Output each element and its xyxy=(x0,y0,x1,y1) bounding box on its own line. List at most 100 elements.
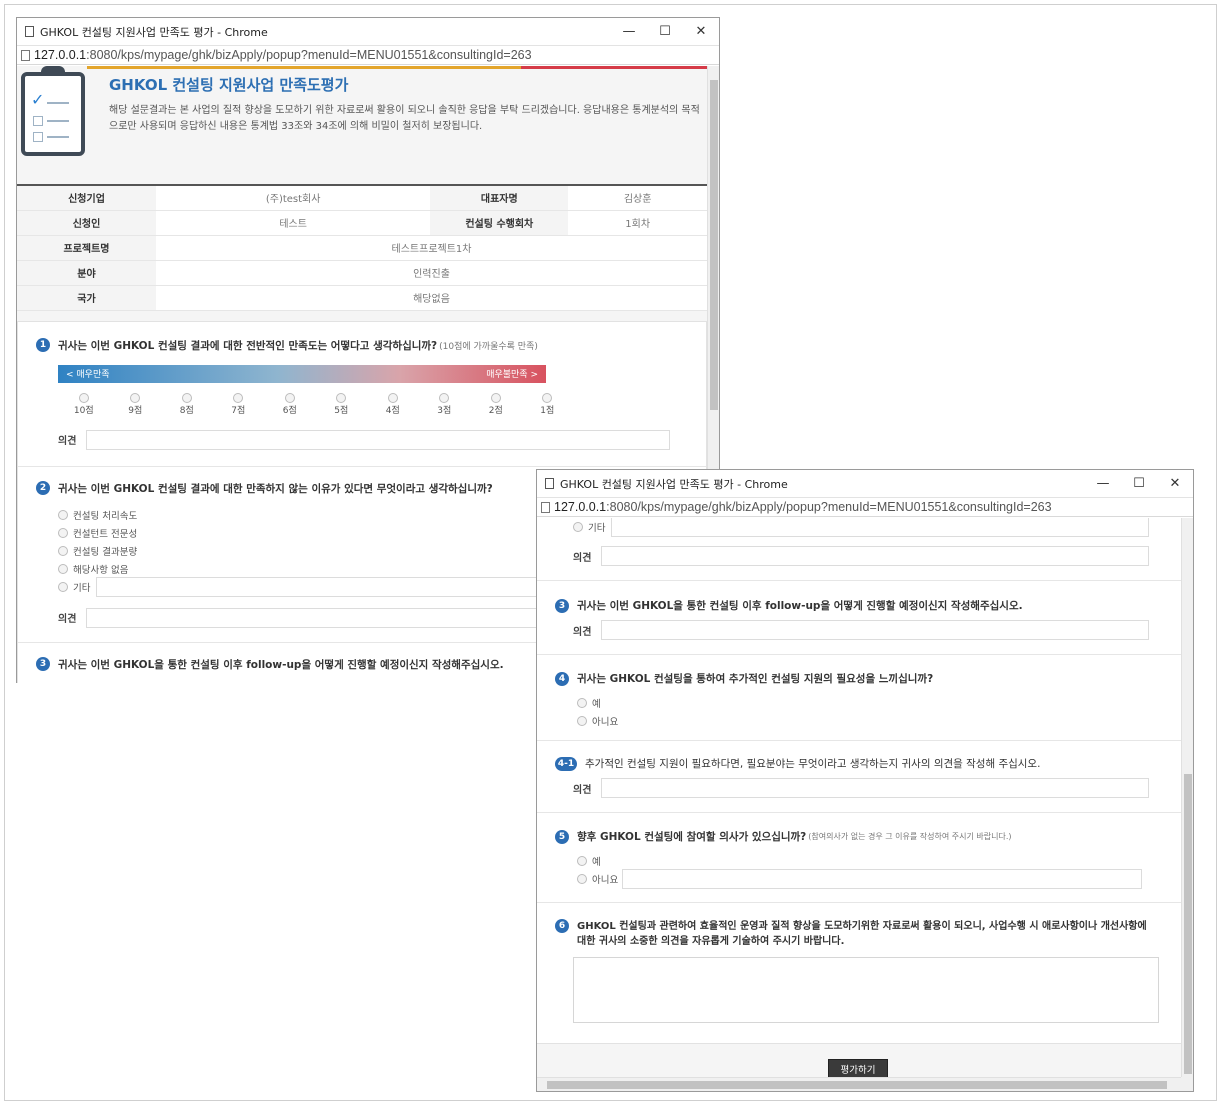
radio-button[interactable] xyxy=(387,392,398,403)
radio-button[interactable] xyxy=(542,392,553,403)
question-text: GHKOL 컨설팅과 관련하여 효율적인 운영과 질적 향상을 도모하기위한 자… xyxy=(577,921,1147,947)
page-icon xyxy=(25,26,34,37)
radio-button[interactable] xyxy=(58,527,68,538)
radio-button[interactable] xyxy=(577,874,587,884)
close-button[interactable]: ✕ xyxy=(1157,470,1193,497)
clipboard-checklist-icon: ✓ xyxy=(21,66,85,156)
radio-button[interactable] xyxy=(58,563,68,574)
question-text: 귀사는 이번 GHKOL 컨설팅 결과에 대한 만족하지 않는 이유가 있다면 … xyxy=(58,482,493,495)
address-bar[interactable]: 127.0.0.1:8080/kps/mypage/ghk/bizApply/p… xyxy=(537,497,1193,517)
option-item[interactable]: 아니요 xyxy=(577,869,1143,889)
scrollbar-thumb[interactable] xyxy=(710,80,718,410)
opinion-input[interactable] xyxy=(86,429,670,450)
ceo-label: 대표자명 xyxy=(430,185,569,211)
person-value: 테스트 xyxy=(156,210,431,236)
option-item[interactable]: 예 xyxy=(577,852,1142,870)
score-option[interactable]: 3점 xyxy=(419,392,471,416)
question-number-badge: 4 xyxy=(555,671,569,686)
question-3: 3 귀사는 이번 GHKOL을 통한 컨설팅 이후 follow-up을 어떻게… xyxy=(537,598,1023,613)
radio-button[interactable] xyxy=(490,392,501,403)
url-path: :8080/kps/mypage/ghk/bizApply/popup?menu… xyxy=(86,48,532,62)
opinion-input[interactable] xyxy=(601,778,1149,798)
page-title: GHKOL 컨설팅 지원사업 만족도평가 xyxy=(109,76,349,94)
score-option[interactable]: 4점 xyxy=(367,392,419,416)
question-number-badge: 5 xyxy=(555,829,569,844)
opinion-input[interactable] xyxy=(601,546,1149,566)
radio-button[interactable] xyxy=(58,545,68,556)
score-option[interactable]: 7점 xyxy=(213,392,265,416)
question-hint: (10점에 가까울수록 만족) xyxy=(439,341,538,352)
opinion-row: 의견 xyxy=(573,778,1149,798)
option-label: 아니요 xyxy=(592,875,619,886)
radio-button[interactable] xyxy=(130,392,141,403)
radio-button[interactable] xyxy=(336,392,347,403)
maximize-button[interactable]: ☐ xyxy=(647,18,683,45)
score-option[interactable]: 5점 xyxy=(316,392,368,416)
vertical-scrollbar[interactable] xyxy=(1181,518,1193,1077)
other-input[interactable] xyxy=(96,576,597,597)
page-description: 해당 설문결과는 본 사업의 질적 향상을 도모하기 위한 자료로써 활용이 되… xyxy=(109,105,700,132)
option-label: 기타 xyxy=(73,582,91,594)
scrollbar-thumb[interactable] xyxy=(547,1081,1167,1089)
question-text: 귀사는 이번 GHKOL 컨설팅 결과에 대한 전반적인 만족도는 어떻다고 생… xyxy=(58,339,438,352)
score-option[interactable]: 8점 xyxy=(161,392,213,416)
question-text: 귀사는 이번 GHKOL을 통한 컨설팅 이후 follow-up을 어떻게 진… xyxy=(58,658,504,671)
minimize-button[interactable]: — xyxy=(1085,470,1121,497)
option-label: 컨설팅 처리속도 xyxy=(73,510,138,522)
scrollbar-thumb[interactable] xyxy=(1184,774,1192,1074)
score-options: 10점 9점 8점 7점 6점 5점 4점 3점 2점 1점 xyxy=(58,392,706,416)
option-label: 해당사항 없음 xyxy=(73,564,129,576)
address-bar[interactable]: 127.0.0.1:8080/kps/mypage/ghk/bizApply/p… xyxy=(17,45,719,65)
horizontal-scrollbar[interactable] xyxy=(537,1077,1181,1091)
divider xyxy=(537,654,1181,655)
submit-button[interactable]: 평가하기 xyxy=(828,1059,888,1077)
radio-button[interactable] xyxy=(58,581,68,592)
score-option[interactable]: 2점 xyxy=(470,392,522,416)
divider xyxy=(537,740,1181,741)
opinion-label: 의견 xyxy=(573,626,592,638)
opinion-row: 의견 xyxy=(58,429,706,450)
maximize-button[interactable]: ☐ xyxy=(1121,470,1157,497)
header-stripe xyxy=(87,66,707,69)
option-label: 컨설팅 결과분량 xyxy=(73,546,138,558)
divider xyxy=(537,812,1181,813)
radio-button[interactable] xyxy=(78,392,89,403)
radio-button[interactable] xyxy=(577,716,587,726)
option-label: 예 xyxy=(592,699,601,710)
radio-button[interactable] xyxy=(181,392,192,403)
reason-input[interactable] xyxy=(622,869,1143,889)
title-bar: GHKOL 컨설팅 지원사업 만족도 평가 - Chrome — ☐ ✕ xyxy=(537,470,1193,497)
window-controls: — ☐ ✕ xyxy=(1085,470,1193,497)
other-input[interactable] xyxy=(611,518,1150,537)
option-other[interactable]: 기타 xyxy=(573,518,1150,537)
score-label: 8점 xyxy=(179,405,194,416)
project-value: 테스트프로젝트1차 xyxy=(156,235,707,261)
radio-button[interactable] xyxy=(577,698,587,708)
feedback-textarea[interactable] xyxy=(573,957,1159,1023)
table-row: 프로젝트명 테스트프로젝트1차 xyxy=(17,235,707,261)
radio-button[interactable] xyxy=(233,392,244,403)
score-option[interactable]: 1점 xyxy=(522,392,574,416)
minimize-button[interactable]: — xyxy=(611,18,647,45)
divider xyxy=(537,580,1181,581)
opinion-row: 의견 xyxy=(573,546,1149,566)
window-title: GHKOL 컨설팅 지원사업 만족도 평가 - Chrome xyxy=(40,25,268,39)
radio-button[interactable] xyxy=(284,392,295,403)
option-item[interactable]: 예 xyxy=(577,694,933,712)
score-option[interactable]: 9점 xyxy=(110,392,162,416)
score-option[interactable]: 10점 xyxy=(58,392,110,416)
radio-button[interactable] xyxy=(58,509,68,520)
opinion-label: 의견 xyxy=(573,784,592,796)
radio-button[interactable] xyxy=(439,392,450,403)
round-value: 1회차 xyxy=(568,210,707,236)
field-label: 분야 xyxy=(17,260,156,286)
score-option[interactable]: 6점 xyxy=(264,392,316,416)
option-item[interactable]: 아니요 xyxy=(577,712,933,730)
close-button[interactable]: ✕ xyxy=(683,18,719,45)
radio-button[interactable] xyxy=(573,522,583,532)
opinion-input[interactable] xyxy=(601,620,1149,640)
applicant-label: 신청기업 xyxy=(17,185,156,211)
radio-button[interactable] xyxy=(577,856,587,866)
score-label: 9점 xyxy=(128,405,143,416)
round-label: 컨설팅 수행회차 xyxy=(430,210,569,236)
